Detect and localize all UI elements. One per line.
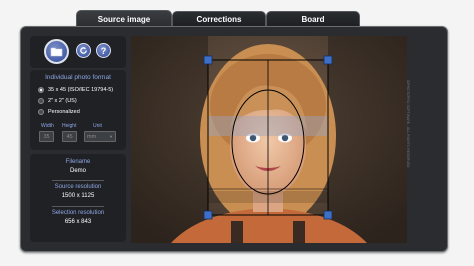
unit-select[interactable]: mm ▼ — [84, 131, 116, 142]
crop-handle[interactable] — [323, 55, 333, 65]
divider — [52, 206, 104, 207]
crop-handle[interactable] — [203, 55, 213, 65]
option-label: Personalized — [48, 109, 80, 115]
option-label: 2" x 2" (US) — [48, 98, 77, 104]
tab-corrections[interactable]: Corrections — [172, 11, 266, 27]
refresh-icon — [80, 47, 87, 54]
photo-canvas[interactable] — [131, 36, 407, 243]
width-label: Width — [41, 123, 54, 129]
selection-resolution-label: Selection resolution — [51, 210, 105, 216]
filename-value: Demo — [69, 168, 86, 174]
format-option-iso[interactable]: 35 x 45 (ISO/IEC 19794-5) — [38, 87, 113, 93]
tab-bar: Source image Corrections Board — [0, 0, 474, 28]
help-button[interactable]: ? — [96, 43, 111, 58]
selection-resolution-value: 656 x 843 — [64, 219, 92, 225]
radio-icon[interactable] — [38, 109, 44, 115]
crop-handle[interactable] — [203, 210, 213, 220]
unit-value: mm — [87, 133, 97, 140]
photo-image — [131, 36, 407, 243]
folder-icon — [50, 47, 63, 57]
reset-button[interactable] — [76, 43, 91, 58]
help-icon: ? — [100, 45, 107, 56]
unit-label: Unit — [93, 123, 102, 129]
radio-icon[interactable] — [38, 98, 44, 104]
source-resolution-label: Source resolution — [54, 184, 102, 190]
tab-board[interactable]: Board — [266, 11, 360, 27]
width-field[interactable]: 35 — [39, 131, 54, 142]
format-title: Individual photo format — [45, 74, 111, 81]
crop-handle[interactable] — [323, 210, 333, 220]
open-image-button[interactable] — [44, 39, 69, 64]
radio-selected-icon[interactable] — [38, 87, 44, 93]
height-field[interactable]: 45 — [62, 131, 77, 142]
filename-label: Filename — [65, 159, 91, 165]
format-option-personalized[interactable]: Personalized — [38, 109, 80, 115]
divider — [52, 180, 104, 181]
source-resolution-value: 1500 x 1125 — [61, 193, 95, 199]
format-option-us[interactable]: 2" x 2" (US) — [38, 98, 77, 104]
option-label: 35 x 45 (ISO/IEC 19794-5) — [48, 87, 114, 93]
chevron-down-icon: ▼ — [109, 134, 113, 139]
height-label: Height — [62, 123, 77, 129]
side-watermark: IDPHOTOPRO SOFTWARE - ALL RIGHTS RESERVE… — [406, 80, 410, 168]
